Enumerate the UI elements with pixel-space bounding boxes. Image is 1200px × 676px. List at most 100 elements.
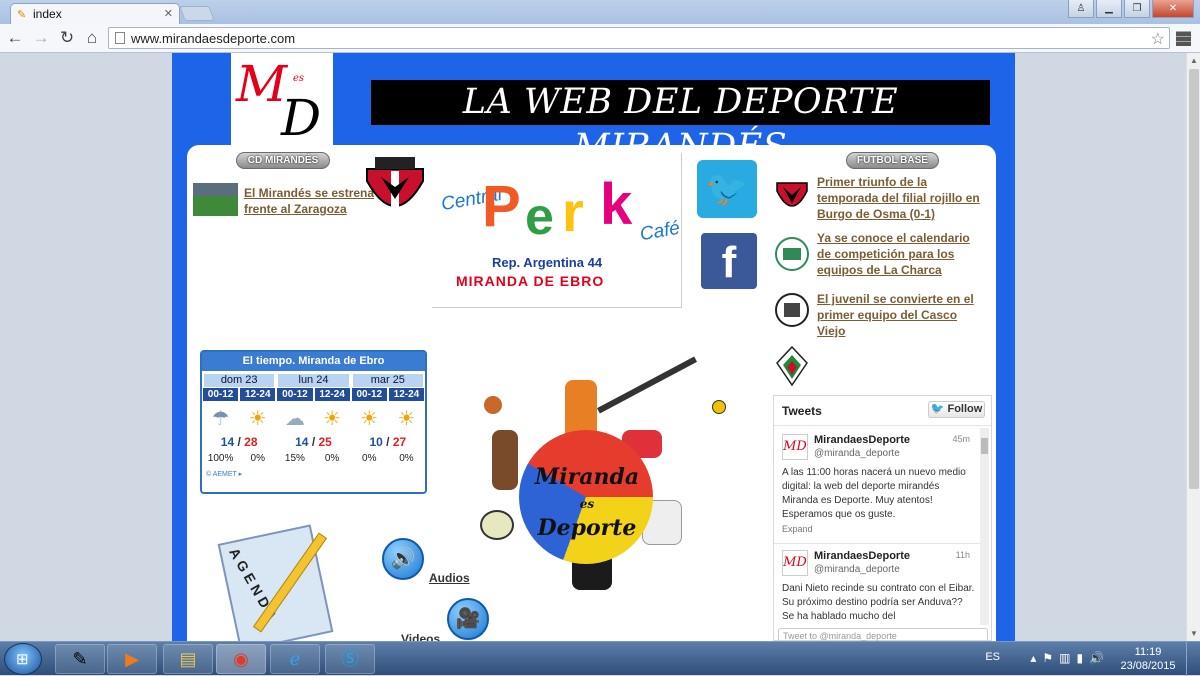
la-charca-crest-icon bbox=[775, 237, 809, 271]
windows-taskbar: ⊞ ✎ ▶ ▤ ◉ ℯ Ⓢ ES ▴⚑▥▮🔊 11:19 23/08/2015 bbox=[0, 641, 1200, 676]
section-cd-mirandes[interactable]: CD MIRANDÉS bbox=[236, 152, 330, 169]
tweet-item[interactable]: MD MirandaesDeporte @miranda_deporte 45m… bbox=[774, 428, 980, 540]
tweet-expand-link[interactable]: Expand bbox=[782, 524, 813, 534]
weather-slot: 00-12 bbox=[277, 388, 313, 401]
paddle-racket-icon bbox=[480, 510, 514, 540]
tweet-compose-input[interactable]: Tweet to @miranda_deporte bbox=[778, 628, 988, 641]
browser-tab-strip: ✎ index ✕ ♙ ▁ ❐ ✕ bbox=[0, 0, 1200, 24]
rain-prob: 0% bbox=[250, 453, 265, 464]
sun-icon: ☀ bbox=[360, 408, 379, 430]
address-bar[interactable]: www.mirandaesdeporte.com ☆ bbox=[108, 27, 1170, 49]
weather-day: lun 24 bbox=[278, 374, 349, 387]
tweet-time[interactable]: 11h bbox=[956, 550, 970, 560]
aemet-credit[interactable]: © AEMET ▸ bbox=[206, 470, 425, 478]
tab-title: index bbox=[33, 7, 62, 21]
back-icon[interactable]: ← bbox=[4, 28, 26, 48]
base-news-link-1[interactable]: Primer triunfo de la temporada del filia… bbox=[817, 174, 987, 222]
sun-icon: ☀ bbox=[397, 408, 416, 430]
taskbar-app-icon[interactable]: ✎ bbox=[55, 644, 105, 674]
chrome-icon[interactable]: ◉ bbox=[216, 644, 266, 674]
tray-icons[interactable]: ▴⚑▥▮🔊 bbox=[1030, 651, 1110, 665]
tweet-handle: @miranda_deporte bbox=[814, 564, 900, 575]
cd-news-thumbnail[interactable] bbox=[193, 183, 238, 216]
twitter-timeline-widget: Tweets 🐦 Follow MD MirandaesDeporte @mir… bbox=[773, 395, 992, 641]
rain-prob: 15% bbox=[284, 453, 305, 464]
cd-news-link[interactable]: El Mirandés se estrena frente al Zaragoz… bbox=[244, 185, 384, 217]
browser-tab[interactable]: ✎ index ✕ bbox=[10, 3, 180, 24]
tweet-author[interactable]: MirandaesDeporte bbox=[814, 434, 910, 446]
page-viewport: M es D LA WEB DEL DEPORTE MIRANDÉS CD MI… bbox=[0, 53, 1186, 641]
base-news-link-2[interactable]: Ya se conoce el calendario de competició… bbox=[817, 230, 987, 278]
facebook-icon[interactable]: f bbox=[701, 233, 757, 289]
base-news-link-3[interactable]: El juvenil se convierte en el primer equ… bbox=[817, 291, 987, 339]
weather-widget[interactable]: El tiempo. Miranda de Ebro dom 23 lun 24… bbox=[200, 350, 427, 494]
weather-slot: 00-12 bbox=[203, 388, 239, 401]
home-icon[interactable]: ⌂ bbox=[81, 28, 103, 48]
media-player-icon[interactable]: ▶ bbox=[107, 644, 157, 674]
avatar[interactable]: MD bbox=[782, 550, 808, 576]
videos-link[interactable]: Videos bbox=[401, 632, 440, 641]
logo-m: M bbox=[236, 55, 288, 113]
close-window-button[interactable]: ✕ bbox=[1152, 0, 1194, 18]
site-logo[interactable]: M es D bbox=[231, 53, 333, 147]
casco-viejo-crest-icon bbox=[775, 293, 809, 327]
language-indicator[interactable]: ES bbox=[985, 651, 1000, 663]
minimize-button[interactable]: ▁ bbox=[1096, 0, 1122, 18]
tweet-body: Dani Nieto recinde su contrato con el Ei… bbox=[782, 583, 975, 622]
bookmark-star-icon[interactable]: ☆ bbox=[1151, 29, 1165, 49]
tweet-author[interactable]: MirandaesDeporte bbox=[814, 550, 910, 562]
weather-slot: 00-12 bbox=[351, 388, 387, 401]
ad-cafe: Café bbox=[638, 217, 682, 246]
ad-city: MIRANDA DE EBRO bbox=[456, 273, 605, 289]
start-button[interactable]: ⊞ bbox=[4, 643, 42, 675]
maximize-button[interactable]: ❐ bbox=[1124, 0, 1150, 18]
reload-icon[interactable]: ↻ bbox=[56, 28, 78, 48]
windows-logo-icon: ⊞ bbox=[16, 651, 29, 668]
tweets-scroll-thumb[interactable] bbox=[981, 438, 988, 454]
page-scroll-thumb[interactable] bbox=[1189, 69, 1199, 489]
clock-date: 23/08/2015 bbox=[1120, 660, 1176, 672]
audios-link[interactable]: Audios bbox=[429, 571, 470, 585]
clock[interactable]: 11:19 23/08/2015 bbox=[1118, 645, 1178, 673]
rain-icon: ☂ bbox=[211, 408, 230, 430]
internet-explorer-icon[interactable]: ℯ bbox=[270, 644, 320, 674]
system-tray: ES ▴⚑▥▮🔊 11:19 23/08/2015 bbox=[960, 642, 1200, 676]
logo-es: es bbox=[293, 73, 305, 84]
twitter-bird-icon: 🐦 bbox=[930, 403, 945, 415]
new-tab-button[interactable] bbox=[179, 6, 215, 21]
close-tab-icon[interactable]: ✕ bbox=[164, 7, 173, 20]
club-crest-icon bbox=[776, 345, 808, 387]
scroll-up-icon[interactable]: ▲ bbox=[1190, 56, 1198, 65]
user-icon[interactable]: ♙ bbox=[1068, 0, 1094, 18]
file-explorer-icon[interactable]: ▤ bbox=[163, 644, 213, 674]
page-icon bbox=[115, 32, 125, 44]
tweets-scrollbar[interactable] bbox=[980, 428, 989, 625]
partly-cloudy-icon: ☁ bbox=[284, 408, 305, 430]
filial-crest-icon bbox=[776, 182, 808, 207]
twitter-icon[interactable]: 🐦 bbox=[697, 160, 757, 218]
central-perk-ad[interactable]: Central P e r k Café Rep. Argentina 44 M… bbox=[432, 153, 682, 308]
agenda-icon[interactable]: AGENDA bbox=[217, 524, 340, 641]
chrome-menu-icon[interactable]: ▬ ▬ ▬ bbox=[1176, 24, 1192, 49]
show-desktop-button[interactable] bbox=[1186, 642, 1200, 676]
skype-icon[interactable]: Ⓢ bbox=[325, 644, 375, 674]
speaker-icon[interactable]: 🔊 bbox=[382, 538, 424, 580]
weather-day: mar 25 bbox=[352, 374, 423, 387]
temp-day-3: 10 / 27 bbox=[369, 435, 407, 449]
ad-address: Rep. Argentina 44 bbox=[492, 255, 603, 270]
scroll-down-icon[interactable]: ▼ bbox=[1190, 629, 1198, 638]
follow-button[interactable]: 🐦 Follow bbox=[928, 401, 985, 418]
tweet-item[interactable]: MD MirandaesDeporte @miranda_deporte 11h… bbox=[774, 543, 980, 627]
weather-slot: 12-24 bbox=[314, 388, 350, 401]
rain-prob: 100% bbox=[207, 453, 234, 464]
tweet-time[interactable]: 45m bbox=[952, 434, 970, 444]
forward-icon[interactable]: → bbox=[30, 28, 52, 48]
page-scrollbar[interactable]: ▲ ▼ bbox=[1186, 53, 1200, 641]
browser-toolbar: ← → ↻ ⌂ www.mirandaesdeporte.com ☆ ▬ ▬ ▬ bbox=[0, 24, 1200, 53]
section-futbol-base[interactable]: FUTBOL BASE bbox=[846, 152, 939, 169]
weather-slot: 12-24 bbox=[240, 388, 276, 401]
avatar[interactable]: MD bbox=[782, 434, 808, 460]
ad-letter-k: k bbox=[600, 172, 633, 237]
weather-day: dom 23 bbox=[204, 374, 275, 387]
ad-letter-p: P bbox=[482, 174, 521, 239]
